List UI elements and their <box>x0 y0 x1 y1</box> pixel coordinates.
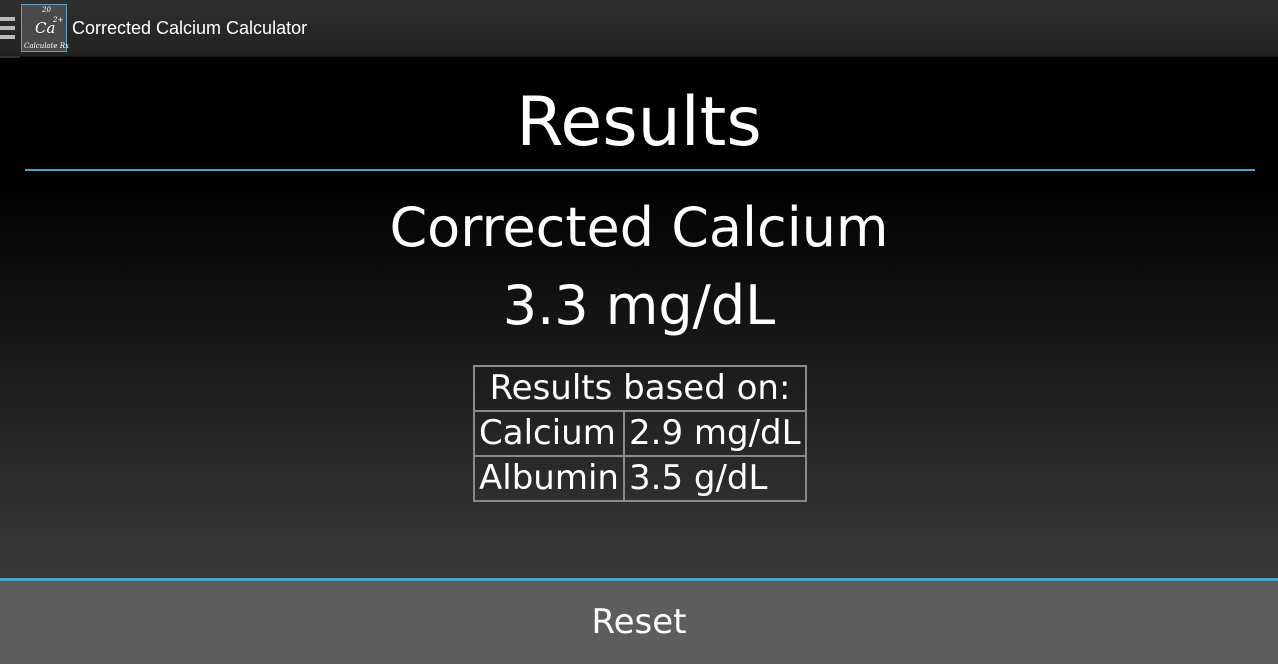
input-name-calcium: Calcium <box>473 410 625 457</box>
ion-charge: 2+ <box>53 16 64 24</box>
action-bar: 20 Ca 2+ Calculate Rx Corrected Calcium … <box>0 0 1278 57</box>
table-row: Calcium 2.9 mg/dL <box>473 410 807 457</box>
input-value-calcium: 2.9 mg/dL <box>623 410 807 457</box>
brand-label: Calculate Rx <box>24 42 70 50</box>
drawer-menu-icon[interactable] <box>0 0 16 56</box>
inputs-table: Results based on: Calcium 2.9 mg/dL Albu… <box>473 365 807 502</box>
page-title: Results <box>516 83 762 162</box>
result-value: 3.3 mg/dL <box>502 274 776 337</box>
input-value-albumin: 3.5 g/dL <box>623 455 807 502</box>
table-row: Albumin 3.5 g/dL <box>473 455 807 502</box>
reset-button[interactable]: Reset <box>0 581 1278 664</box>
atomic-number: 20 <box>42 6 51 14</box>
app-screen: 20 Ca 2+ Calculate Rx Corrected Calcium … <box>0 0 1278 664</box>
title-divider <box>25 169 1255 171</box>
drawer-indicator <box>0 56 20 58</box>
input-name-albumin: Albumin <box>473 455 625 502</box>
result-label: Corrected Calcium <box>389 196 889 259</box>
inputs-table-header-row: Results based on: <box>473 365 807 412</box>
inputs-table-header: Results based on: <box>473 365 807 412</box>
app-icon[interactable]: 20 Ca 2+ Calculate Rx <box>21 4 70 52</box>
app-title: Corrected Calcium Calculator <box>72 17 308 38</box>
